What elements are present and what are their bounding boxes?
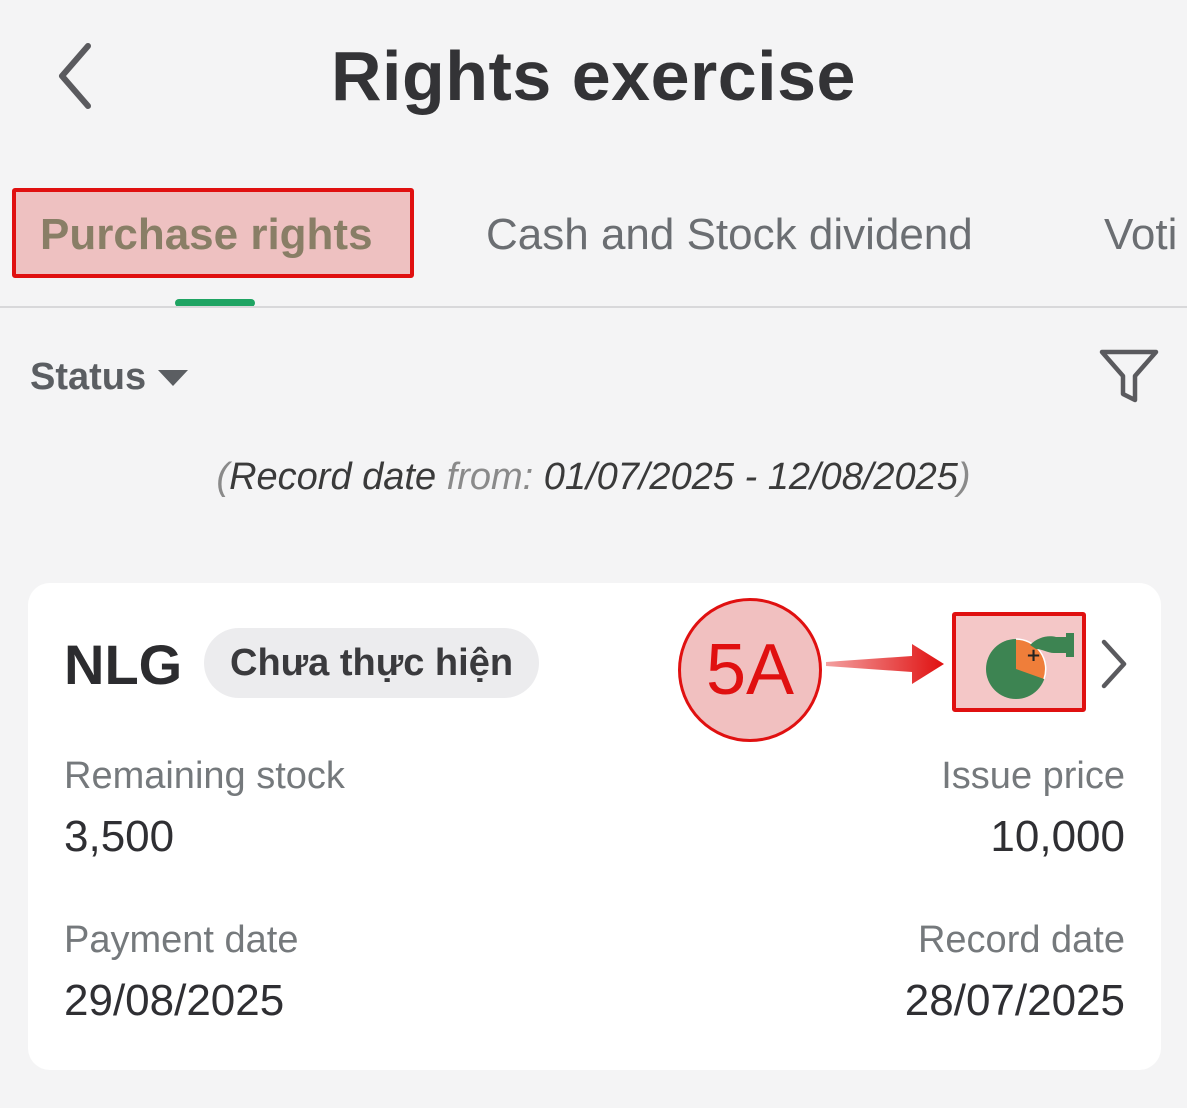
filter-button[interactable]: [1098, 348, 1160, 406]
record-date-range: (Record date from: 01/07/2025 - 12/08/20…: [216, 456, 971, 498]
chevron-right-icon[interactable]: [1098, 636, 1130, 692]
tab-cash-and-stock-dividend[interactable]: Cash and Stock dividend: [486, 210, 973, 260]
record-date-label-card: Record date: [917, 919, 1125, 961]
ticker-symbol: NLG: [64, 633, 183, 696]
payment-date-label: Payment date: [64, 919, 299, 961]
filter-funnel-icon: [1099, 349, 1159, 403]
record-date-value: 28/07/2025: [904, 976, 1125, 1025]
status-badge: Chưa thực hiện: [204, 628, 540, 698]
date-range-value: 01/07/2025 - 12/08/2025: [543, 456, 958, 498]
rights-exercise-icon[interactable]: +: [980, 627, 1076, 699]
record-date-label: Record date: [229, 456, 437, 498]
tab-voting[interactable]: Voti: [1104, 210, 1177, 260]
status-dropdown[interactable]: Status: [30, 356, 189, 399]
from-label: from:: [446, 456, 534, 498]
status-label: Status: [30, 356, 147, 398]
remaining-stock-value: 3,500: [64, 812, 175, 861]
annotation-highlight-tab: [12, 188, 414, 278]
tabs-divider: [0, 306, 1187, 308]
annotation-label-circle: 5A: [678, 598, 822, 742]
caret-down-icon: [158, 369, 189, 386]
annotation-arrow: [826, 644, 944, 684]
issue-price-value: 10,000: [990, 812, 1125, 861]
issue-price-label: Issue price: [941, 755, 1125, 797]
page-title: Rights exercise: [331, 37, 856, 115]
remaining-stock-label: Remaining stock: [64, 755, 345, 797]
payment-date-value: 29/08/2025: [64, 976, 285, 1025]
